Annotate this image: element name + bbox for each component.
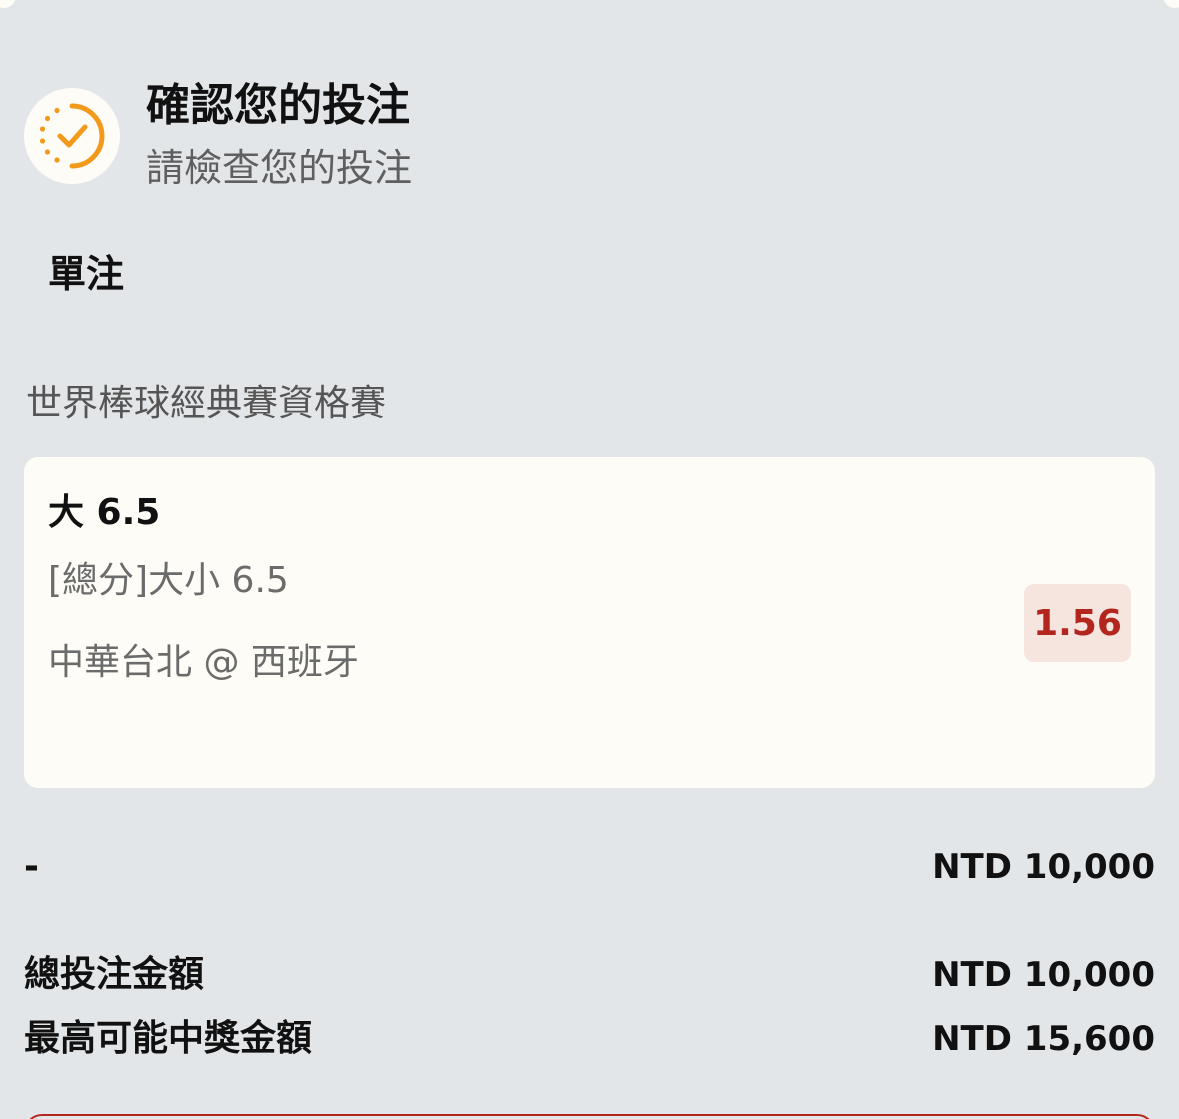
page-title: 確認您的投注: [146, 80, 410, 131]
page-subtitle: 請檢查您的投注: [146, 146, 413, 190]
modal-corner-right: [1163, 0, 1179, 8]
total-stake-row: 總投注金額 NTD 10,000: [24, 950, 1155, 1000]
max-win-amount: NTD 15,600: [932, 1019, 1155, 1059]
bet-type-label: 單注: [48, 252, 125, 296]
stake-row: - NTD 10,000: [24, 842, 1155, 892]
bet-market: [總分]大小 6.5: [48, 560, 289, 601]
bet-match: 中華台北 @ 西班牙: [48, 642, 359, 683]
bet-selection: 大 6.5: [48, 492, 161, 533]
check-circle-icon: [24, 88, 120, 184]
max-win-row: 最高可能中獎金額 NTD 15,600: [24, 1014, 1155, 1064]
stake-label: -: [24, 846, 39, 887]
total-stake-amount: NTD 10,000: [932, 955, 1155, 995]
bet-card: 大 6.5 [總分]大小 6.5 中華台北 @ 西班牙 1.56: [24, 457, 1155, 788]
confirm-button-edge[interactable]: [24, 1114, 1155, 1119]
total-stake-label: 總投注金額: [24, 954, 205, 995]
stake-amount: NTD 10,000: [932, 847, 1155, 887]
bet-confirmation-screen: 確認您的投注 請檢查您的投注 單注 世界棒球經典賽資格賽 大 6.5 [總分]大…: [0, 0, 1179, 1119]
header-text: 確認您的投注 請檢查您的投注: [146, 78, 412, 196]
odds-badge: 1.56: [1024, 584, 1131, 662]
league-name: 世界棒球經典賽資格賽: [26, 383, 387, 424]
max-win-label: 最高可能中獎金額: [24, 1018, 313, 1059]
confirmation-header: 確認您的投注 請檢查您的投注: [24, 78, 412, 196]
modal-corner-left: [0, 0, 16, 8]
